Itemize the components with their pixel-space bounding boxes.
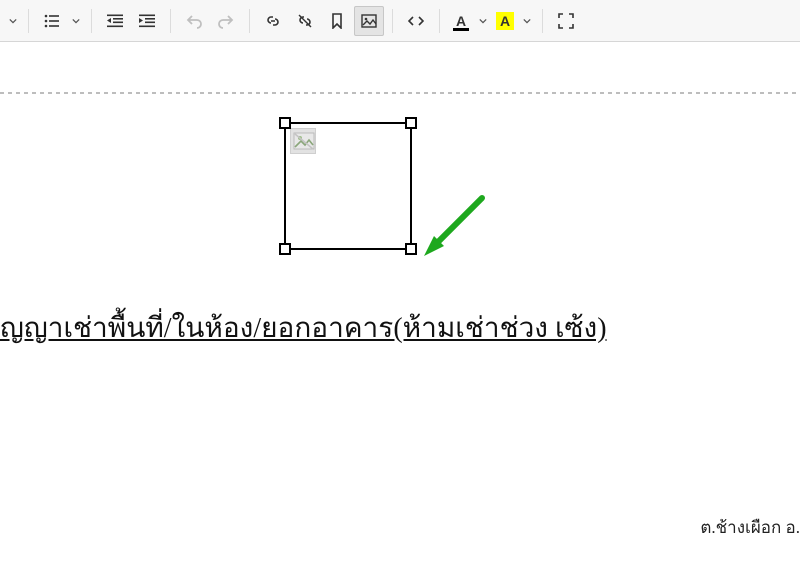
separator <box>439 9 440 33</box>
separator <box>392 9 393 33</box>
fullscreen-button[interactable] <box>551 6 581 36</box>
image-button[interactable] <box>354 6 384 36</box>
editor-surface[interactable]: ัญญาเช่าพื้นที่/ในห้อง/ยอกอาคาร(ห้ามเช่า… <box>0 94 800 569</box>
annotation-arrow-icon <box>420 190 490 260</box>
broken-image-icon <box>290 128 316 154</box>
separator <box>542 9 543 33</box>
indent-decrease-button[interactable] <box>100 6 130 36</box>
list-bullet-caret[interactable] <box>69 6 83 36</box>
bg-color-letter: A <box>500 13 510 29</box>
bookmark-button[interactable] <box>322 6 352 36</box>
resize-handle-top-right[interactable] <box>405 117 417 129</box>
undo-button[interactable] <box>179 6 209 36</box>
separator <box>28 9 29 33</box>
resize-handle-bottom-left[interactable] <box>279 243 291 255</box>
list-bullet-button[interactable] <box>37 6 67 36</box>
font-color-swatch <box>453 28 469 31</box>
separator <box>91 9 92 33</box>
font-color-letter: A <box>456 13 466 29</box>
resize-handle-top-left[interactable] <box>279 117 291 129</box>
bg-color-button[interactable]: A <box>492 6 518 36</box>
indent-increase-button[interactable] <box>132 6 162 36</box>
editor-toolbar: A A <box>0 0 800 42</box>
separator <box>170 9 171 33</box>
code-button[interactable] <box>401 6 431 36</box>
redo-button[interactable] <box>211 6 241 36</box>
document-footer-text[interactable]: ต.ช้างเผือก อ. <box>700 514 800 541</box>
font-color-button[interactable]: A <box>448 6 474 36</box>
document-heading[interactable]: ัญญาเช่าพื้นที่/ในห้อง/ยอกอาคาร(ห้ามเช่า… <box>0 306 607 350</box>
bg-color-caret[interactable] <box>520 6 534 36</box>
separator <box>249 9 250 33</box>
selected-image-placeholder[interactable] <box>284 122 412 250</box>
font-color-caret[interactable] <box>476 6 490 36</box>
resize-handle-bottom-right[interactable] <box>405 243 417 255</box>
unlink-button[interactable] <box>290 6 320 36</box>
dropdown-caret[interactable] <box>6 6 20 36</box>
link-button[interactable] <box>258 6 288 36</box>
